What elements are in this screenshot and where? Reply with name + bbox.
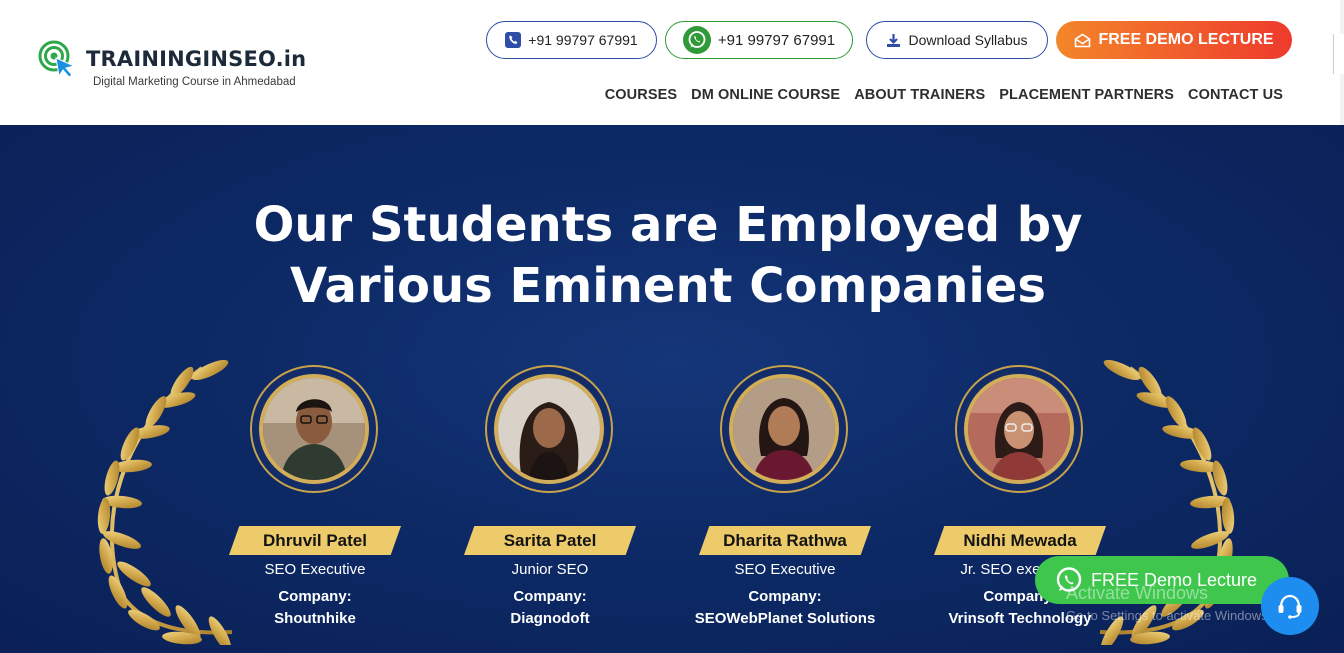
hero-title-line-2: Various Eminent Companies: [290, 258, 1046, 314]
nav-courses[interactable]: COURSES: [605, 87, 677, 103]
student-card: Sarita Patel Junior SEO Company: Diagnod…: [464, 365, 684, 635]
logo-subtitle: Digital Marketing Course in Ahmedabad: [93, 76, 296, 88]
student-photo: [964, 374, 1074, 484]
nav-about-trainers[interactable]: ABOUT TRAINERS: [854, 87, 985, 103]
company-label: Company:: [513, 588, 587, 605]
avatar: [720, 365, 848, 493]
target-cursor-logo-icon: [38, 40, 76, 78]
free-demo-lecture-button[interactable]: FREE DEMO LECTURE: [1056, 21, 1292, 59]
envelope-icon: [1075, 33, 1091, 47]
student-company: SEOWebPlanet Solutions: [694, 610, 876, 627]
whatsapp-button[interactable]: +91 99797 67991: [665, 21, 853, 59]
logo-title: TRAININGINSEO.in: [86, 47, 307, 71]
nav-contact-us[interactable]: CONTACT US: [1188, 87, 1283, 103]
site-logo[interactable]: TRAININGINSEO.in Digital Marketing Cours…: [38, 40, 338, 95]
whatsapp-number: +91 99797 67991: [717, 31, 836, 49]
site-header: TRAININGINSEO.in Digital Marketing Cours…: [0, 0, 1340, 125]
avatar: [955, 365, 1083, 493]
student-role: SEO Executive: [264, 561, 366, 578]
student-name: Nidhi Mewada: [934, 526, 1106, 555]
avatar: [250, 365, 378, 493]
student-company: Diagnodoft: [510, 610, 590, 627]
download-icon: [887, 33, 901, 47]
whatsapp-icon: [682, 26, 711, 54]
windows-activation-subtitle: Go to Settings to activate Windows.: [1066, 608, 1272, 623]
student-photo: [729, 374, 839, 484]
company-label: Company:: [748, 588, 822, 605]
student-card: Dhruvil Patel SEO Executive Company: Sho…: [229, 365, 449, 635]
student-role: SEO Executive: [734, 561, 836, 578]
nav-placement-partners[interactable]: PLACEMENT PARTNERS: [999, 87, 1174, 103]
phone-icon: [505, 32, 522, 48]
laurel-left-icon: [97, 360, 233, 645]
nav-dm-online-course[interactable]: DM ONLINE COURSE: [691, 87, 840, 103]
download-syllabus-button[interactable]: Download Syllabus: [866, 21, 1048, 59]
student-card: Dharita Rathwa SEO Executive Company: SE…: [695, 365, 919, 635]
chat-support-icon: [1278, 594, 1302, 619]
download-syllabus-label: Download Syllabus: [908, 32, 1028, 48]
avatar: [485, 365, 613, 493]
free-demo-lecture-label: FREE DEMO LECTURE: [1098, 31, 1274, 48]
student-photo: [259, 374, 369, 484]
chat-support-button[interactable]: [1261, 577, 1319, 635]
student-name: Dharita Rathwa: [699, 526, 871, 555]
windows-activation-title: Activate Windows: [1066, 583, 1209, 603]
student-name: Sarita Patel: [464, 526, 636, 555]
student-name: Dhruvil Patel: [229, 526, 401, 555]
phone-button[interactable]: +91 99797 67991: [486, 21, 657, 59]
student-role: Junior SEO: [511, 561, 589, 578]
phone-number: +91 99797 67991: [528, 32, 638, 48]
student-company: Shoutnhike: [274, 610, 356, 627]
scrollbar-thumb[interactable]: [1333, 34, 1344, 74]
company-label: Company:: [278, 588, 352, 605]
hero-title-line-1: Our Students are Employed by: [253, 197, 1083, 253]
hero-title: Our Students are Employed by Various Emi…: [0, 195, 1336, 317]
main-nav: COURSES DM ONLINE COURSE ABOUT TRAINERS …: [605, 87, 1283, 103]
student-photo: [494, 374, 604, 484]
